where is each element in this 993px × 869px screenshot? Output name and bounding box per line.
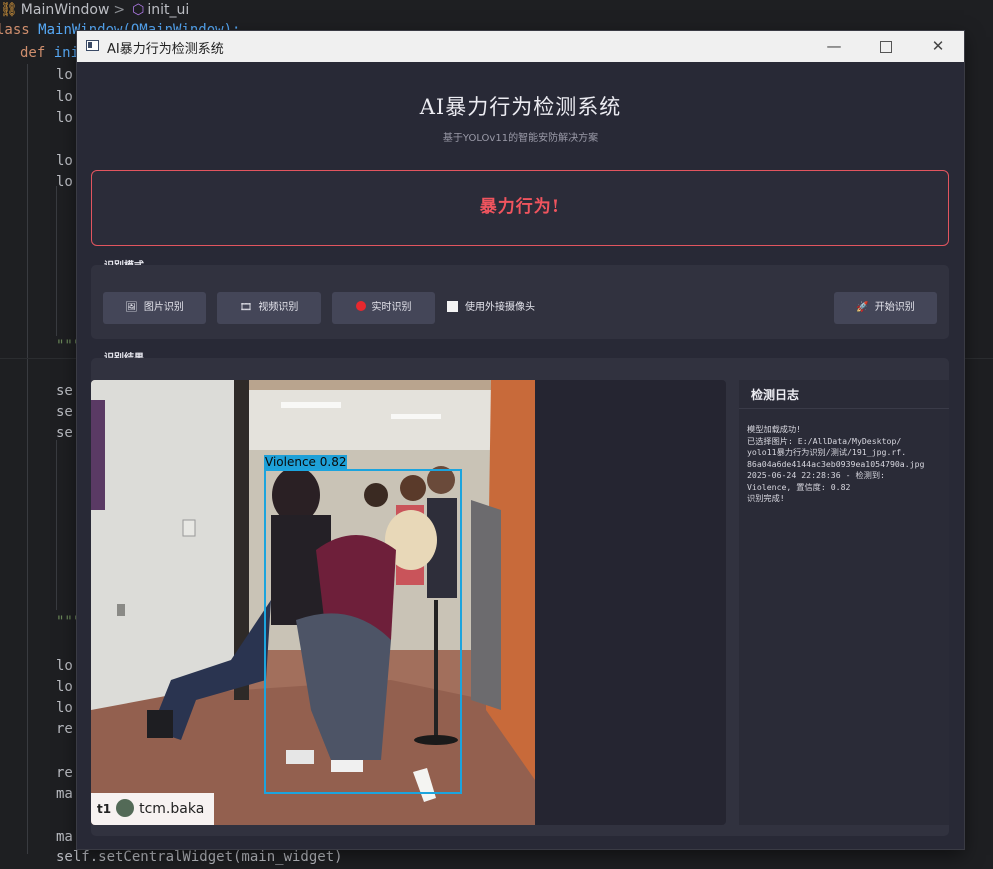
class-icon: ⛓ <box>0 2 18 18</box>
window-titlebar[interactable]: AI暴力行为检测系统 — ✕ <box>77 31 964 62</box>
avatar <box>116 798 135 817</box>
detection-image: Violence 0.82 t1 tcm.baka <box>91 380 535 825</box>
code-line: lo <box>56 174 73 190</box>
image-recognition-button[interactable]: 🖼 图片识别 <box>103 292 206 324</box>
code-line: lo <box>56 679 73 695</box>
indent-guide <box>56 440 57 610</box>
breadcrumb-method[interactable]: init_ui <box>147 2 189 18</box>
result-image-area: Violence 0.82 t1 tcm.baka <box>91 380 726 825</box>
external-camera-toggle[interactable]: 使用外接摄像头 <box>447 300 535 315</box>
maximize-icon <box>880 40 892 53</box>
log-line: 2025-06-24 22:28:36 - 检测到: <box>747 470 885 480</box>
log-line: yolo11暴力行为识别/测试/191_jpg.rf. <box>747 447 907 457</box>
mode-panel: 🖼 图片识别 🎞 视频识别 实时识别 使用外接摄像头 🚀 开始识别 <box>91 265 949 339</box>
code-line: lo <box>56 153 73 169</box>
minimize-button[interactable]: — <box>811 31 857 62</box>
page-subtitle: 基于YOLOv11的智能安防解决方案 <box>442 133 599 144</box>
result-panel: Violence 0.82 t1 tcm.baka 检测日志 模型加载成功! 已选… <box>91 358 949 836</box>
code-line: lo <box>56 67 73 83</box>
video-recognition-button[interactable]: 🎞 视频识别 <box>217 292 321 324</box>
log-line: 识别完成! <box>747 493 785 503</box>
page-title: AI暴力行为检测系统 <box>419 95 622 119</box>
realtime-recognition-label: 实时识别 <box>371 302 412 313</box>
breadcrumb-class[interactable]: MainWindow <box>21 2 110 18</box>
app-window-icon <box>86 40 99 51</box>
start-recognition-button[interactable]: 🚀 开始识别 <box>834 292 937 324</box>
start-recognition-label: 开始识别 <box>874 302 915 313</box>
code-line: ma <box>56 829 73 845</box>
detection-class: Violence <box>265 455 316 469</box>
code-line: ma <box>56 786 73 802</box>
code-line: lo <box>56 658 73 674</box>
breadcrumb-separator: > <box>113 2 126 18</box>
log-line: 已选择图片: E:/AllData/MyDesktop/ <box>747 435 902 446</box>
video-recognition-label: 视频识别 <box>258 302 299 313</box>
repost-icon: t1 <box>97 802 112 816</box>
image-recognition-label: 图片识别 <box>143 302 184 313</box>
code-line: se <box>56 383 73 399</box>
code-line: lo <box>56 700 73 716</box>
external-camera-label: 使用外接摄像头 <box>465 302 535 313</box>
app-window: AI暴力行为检测系统 — ✕ AI暴力行为检测系统 基于YOLOv11的智能安防… <box>77 31 964 849</box>
code-line-def: def ini <box>20 45 80 61</box>
log-divider <box>739 408 949 409</box>
code-line: lo <box>56 89 73 105</box>
log-title: 检测日志 <box>751 388 800 402</box>
code-line: re <box>56 765 73 781</box>
log-text[interactable]: 模型加载成功! 已选择图片: E:/AllData/MyDesktop/ yol… <box>747 424 947 505</box>
detection-label: Violence 0.82 <box>264 455 348 469</box>
record-dot-icon <box>355 301 366 311</box>
code-line-set-central-widget: self.setCentralWidget(main_widget) <box>56 849 343 865</box>
log-line: 86a04a6de4144ac3eb0939ea1054790a.jpg <box>747 458 925 469</box>
detection-alert: 暴力行为! <box>91 170 949 246</box>
code-line: lo <box>56 110 73 126</box>
video-watermark: t1 tcm.baka <box>91 793 215 825</box>
log-line: Violence, 置信度: 0.82 <box>747 481 851 492</box>
rocket-icon: 🚀 <box>856 302 869 313</box>
log-panel: 检测日志 模型加载成功! 已选择图片: E:/AllData/MyDesktop… <box>739 380 949 825</box>
indent-guide <box>27 64 28 854</box>
code-line: re <box>56 721 73 737</box>
maximize-button[interactable] <box>863 31 909 62</box>
log-line: 模型加载成功! <box>747 424 802 434</box>
watermark-handle: tcm.baka <box>139 801 205 817</box>
picture-icon: 🖼 <box>125 302 138 313</box>
ide-breadcrumb[interactable]: ⛓ MainWindow > ⬡ init_ui <box>0 0 993 20</box>
window-title: AI暴力行为检测系统 <box>107 42 224 57</box>
detection-confidence: 0.82 <box>319 455 347 469</box>
close-button[interactable]: ✕ <box>915 31 961 62</box>
film-icon: 🎞 <box>239 302 253 313</box>
code-line: se <box>56 404 73 420</box>
realtime-recognition-button[interactable]: 实时识别 <box>332 292 435 324</box>
detection-bounding-box <box>264 469 462 794</box>
code-line: se <box>56 425 73 441</box>
external-camera-checkbox[interactable] <box>447 300 458 312</box>
indent-guide <box>56 186 57 336</box>
method-icon: ⬡ <box>132 2 145 18</box>
